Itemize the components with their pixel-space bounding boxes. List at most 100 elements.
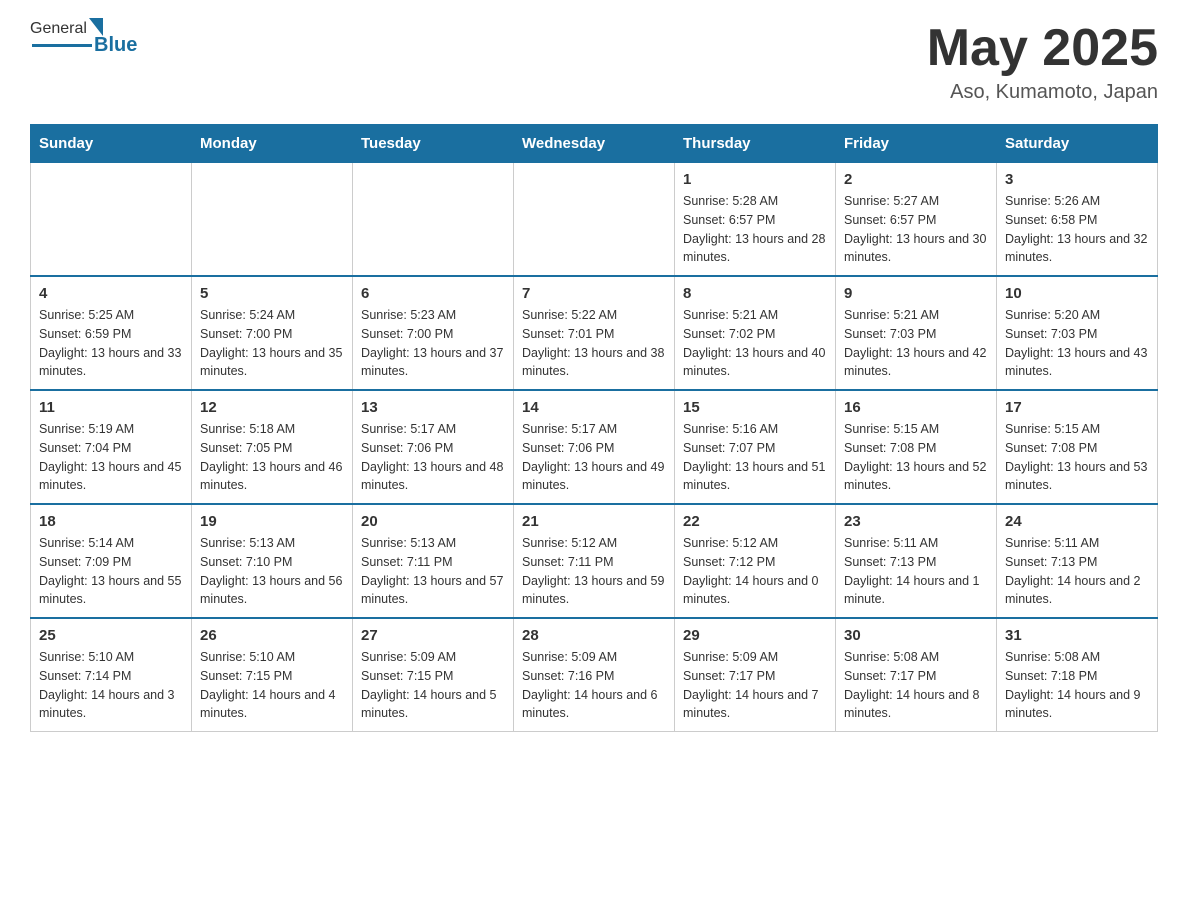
weekday-header-sunday: Sunday (31, 125, 192, 163)
title-area: May 2025 Aso, Kumamoto, Japan (927, 20, 1158, 104)
day-info: Sunrise: 5:11 AMSunset: 7:13 PMDaylight:… (1005, 534, 1149, 609)
day-cell-11: 11 Sunrise: 5:19 AMSunset: 7:04 PMDayligh… (31, 390, 192, 504)
day-number: 3 (1005, 171, 1149, 188)
day-cell-8: 8 Sunrise: 5:21 AMSunset: 7:02 PMDaylight… (675, 276, 836, 390)
day-cell-2: 2Sunrise: 5:27 AMSunset: 6:57 PMDaylight… (836, 163, 997, 277)
day-cell-15: 15 Sunrise: 5:16 AMSunset: 7:07 PMDayligh… (675, 390, 836, 504)
calendar-table: SundayMondayTuesdayWednesdayThursdayFrid… (30, 124, 1158, 732)
day-info: Sunrise: 5:12 AMSunset: 7:11 PMDaylight:… (522, 534, 666, 609)
weekday-header-tuesday: Tuesday (353, 125, 514, 163)
empty-cell (514, 163, 675, 277)
day-info: Sunrise: 5:15 AMSunset: 7:08 PMDaylight:… (1005, 420, 1149, 495)
day-info: Sunrise: 5:10 AMSunset: 7:15 PMDaylight:… (200, 648, 344, 723)
day-cell-21: 21 Sunrise: 5:12 AMSunset: 7:11 PMDayligh… (514, 504, 675, 618)
day-cell-6: 6 Sunrise: 5:23 AMSunset: 7:00 PMDaylight… (353, 276, 514, 390)
day-cell-13: 13 Sunrise: 5:17 AMSunset: 7:06 PMDayligh… (353, 390, 514, 504)
day-number: 11 (39, 399, 183, 416)
day-number: 22 (683, 513, 827, 530)
day-cell-31: 31 Sunrise: 5:08 AMSunset: 7:18 PMDayligh… (997, 618, 1158, 732)
day-number: 9 (844, 285, 988, 302)
weekday-header-friday: Friday (836, 125, 997, 163)
day-info: Sunrise: 5:15 AMSunset: 7:08 PMDaylight:… (844, 420, 988, 495)
week-row-4: 18 Sunrise: 5:14 AMSunset: 7:09 PMDayligh… (31, 504, 1158, 618)
day-info: Sunrise: 5:22 AMSunset: 7:01 PMDaylight:… (522, 306, 666, 381)
day-cell-19: 19 Sunrise: 5:13 AMSunset: 7:10 PMDayligh… (192, 504, 353, 618)
day-info: Sunrise: 5:12 AMSunset: 7:12 PMDaylight:… (683, 534, 827, 609)
day-number: 27 (361, 627, 505, 644)
day-info: Sunrise: 5:17 AMSunset: 7:06 PMDaylight:… (361, 420, 505, 495)
weekday-header-row: SundayMondayTuesdayWednesdayThursdayFrid… (31, 125, 1158, 163)
day-cell-5: 5 Sunrise: 5:24 AMSunset: 7:00 PMDaylight… (192, 276, 353, 390)
logo-blue-text: Blue (94, 34, 137, 57)
day-info: Sunrise: 5:21 AMSunset: 7:03 PMDaylight:… (844, 306, 988, 381)
day-cell-22: 22 Sunrise: 5:12 AMSunset: 7:12 PMDayligh… (675, 504, 836, 618)
day-number: 29 (683, 627, 827, 644)
day-info: Sunrise: 5:21 AMSunset: 7:02 PMDaylight:… (683, 306, 827, 381)
day-number: 1 (683, 171, 827, 188)
empty-cell (31, 163, 192, 277)
day-info: Sunrise: 5:13 AMSunset: 7:10 PMDaylight:… (200, 534, 344, 609)
day-info: Sunrise: 5:18 AMSunset: 7:05 PMDaylight:… (200, 420, 344, 495)
day-cell-14: 14 Sunrise: 5:17 AMSunset: 7:06 PMDayligh… (514, 390, 675, 504)
day-info: Sunrise: 5:24 AMSunset: 7:00 PMDaylight:… (200, 306, 344, 381)
weekday-header-wednesday: Wednesday (514, 125, 675, 163)
day-number: 13 (361, 399, 505, 416)
day-number: 20 (361, 513, 505, 530)
week-row-5: 25 Sunrise: 5:10 AMSunset: 7:14 PMDayligh… (31, 618, 1158, 732)
day-info: Sunrise: 5:08 AMSunset: 7:17 PMDaylight:… (844, 648, 988, 723)
day-cell-20: 20 Sunrise: 5:13 AMSunset: 7:11 PMDayligh… (353, 504, 514, 618)
day-cell-3: 3 Sunrise: 5:26 AMSunset: 6:58 PMDaylight… (997, 163, 1158, 277)
empty-cell (192, 163, 353, 277)
day-cell-1: 1 Sunrise: 5:28 AMSunset: 6:57 PMDaylight… (675, 163, 836, 277)
day-cell-9: 9 Sunrise: 5:21 AMSunset: 7:03 PMDaylight… (836, 276, 997, 390)
day-number: 21 (522, 513, 666, 530)
day-info: Sunrise: 5:19 AMSunset: 7:04 PMDaylight:… (39, 420, 183, 495)
day-cell-26: 26Sunrise: 5:10 AMSunset: 7:15 PMDayligh… (192, 618, 353, 732)
day-info: Sunrise: 5:27 AMSunset: 6:57 PMDaylight:… (844, 192, 988, 267)
day-info: Sunrise: 5:26 AMSunset: 6:58 PMDaylight:… (1005, 192, 1149, 267)
day-cell-30: 30Sunrise: 5:08 AMSunset: 7:17 PMDayligh… (836, 618, 997, 732)
week-row-1: 1 Sunrise: 5:28 AMSunset: 6:57 PMDaylight… (31, 163, 1158, 277)
day-info: Sunrise: 5:28 AMSunset: 6:57 PMDaylight:… (683, 192, 827, 267)
day-info: Sunrise: 5:16 AMSunset: 7:07 PMDaylight:… (683, 420, 827, 495)
day-cell-4: 4Sunrise: 5:25 AMSunset: 6:59 PMDaylight… (31, 276, 192, 390)
empty-cell (353, 163, 514, 277)
day-cell-18: 18 Sunrise: 5:14 AMSunset: 7:09 PMDayligh… (31, 504, 192, 618)
day-cell-12: 12 Sunrise: 5:18 AMSunset: 7:05 PMDayligh… (192, 390, 353, 504)
day-number: 15 (683, 399, 827, 416)
day-number: 28 (522, 627, 666, 644)
day-info: Sunrise: 5:14 AMSunset: 7:09 PMDaylight:… (39, 534, 183, 609)
day-number: 25 (39, 627, 183, 644)
day-number: 23 (844, 513, 988, 530)
day-number: 19 (200, 513, 344, 530)
day-number: 5 (200, 285, 344, 302)
day-cell-28: 28 Sunrise: 5:09 AMSunset: 7:16 PMDayligh… (514, 618, 675, 732)
day-info: Sunrise: 5:08 AMSunset: 7:18 PMDaylight:… (1005, 648, 1149, 723)
day-number: 31 (1005, 627, 1149, 644)
day-number: 8 (683, 285, 827, 302)
day-info: Sunrise: 5:09 AMSunset: 7:16 PMDaylight:… (522, 648, 666, 723)
day-number: 24 (1005, 513, 1149, 530)
day-number: 14 (522, 399, 666, 416)
day-cell-17: 17Sunrise: 5:15 AMSunset: 7:08 PMDayligh… (997, 390, 1158, 504)
day-cell-10: 10 Sunrise: 5:20 AMSunset: 7:03 PMDayligh… (997, 276, 1158, 390)
week-row-3: 11 Sunrise: 5:19 AMSunset: 7:04 PMDayligh… (31, 390, 1158, 504)
day-number: 18 (39, 513, 183, 530)
logo: General Blue (30, 20, 137, 57)
day-info: Sunrise: 5:17 AMSunset: 7:06 PMDaylight:… (522, 420, 666, 495)
day-cell-16: 16Sunrise: 5:15 AMSunset: 7:08 PMDayligh… (836, 390, 997, 504)
day-info: Sunrise: 5:10 AMSunset: 7:14 PMDaylight:… (39, 648, 183, 723)
day-info: Sunrise: 5:25 AMSunset: 6:59 PMDaylight:… (39, 306, 183, 381)
day-info: Sunrise: 5:13 AMSunset: 7:11 PMDaylight:… (361, 534, 505, 609)
day-cell-25: 25 Sunrise: 5:10 AMSunset: 7:14 PMDayligh… (31, 618, 192, 732)
day-cell-23: 23Sunrise: 5:11 AMSunset: 7:13 PMDayligh… (836, 504, 997, 618)
day-number: 6 (361, 285, 505, 302)
day-info: Sunrise: 5:23 AMSunset: 7:00 PMDaylight:… (361, 306, 505, 381)
day-cell-27: 27Sunrise: 5:09 AMSunset: 7:15 PMDayligh… (353, 618, 514, 732)
day-info: Sunrise: 5:09 AMSunset: 7:17 PMDaylight:… (683, 648, 827, 723)
week-row-2: 4Sunrise: 5:25 AMSunset: 6:59 PMDaylight… (31, 276, 1158, 390)
page-header: General Blue May 2025 Aso, Kumamoto, Jap… (30, 20, 1158, 104)
day-info: Sunrise: 5:20 AMSunset: 7:03 PMDaylight:… (1005, 306, 1149, 381)
day-number: 12 (200, 399, 344, 416)
day-number: 10 (1005, 285, 1149, 302)
